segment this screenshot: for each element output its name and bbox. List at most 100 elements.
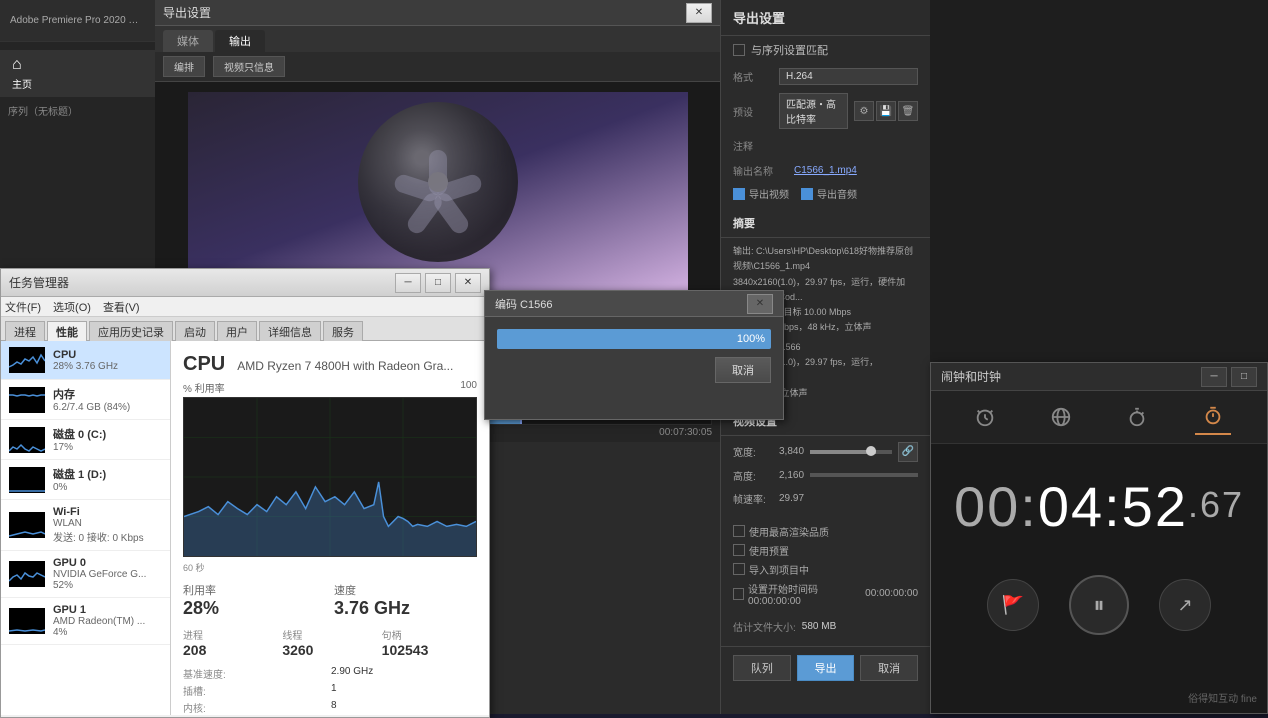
- encode-progress-bar: 100%: [497, 329, 771, 349]
- clock-app-logo: 俗得知互动 fine: [1188, 690, 1257, 705]
- preset-select[interactable]: 匹配源・高比特率: [779, 93, 848, 129]
- encode-title-bar: 编码 C1566 ✕: [485, 291, 783, 317]
- sidebar-item-memory[interactable]: 内存 6.2/7.4 GB (84%): [1, 380, 170, 420]
- wifi-sidebar-text: Wi-Fi WLAN 发送: 0 接收: 0 Kbps: [53, 506, 162, 544]
- thread-count: 线程 3260: [282, 627, 377, 658]
- clock-pause-button[interactable]: ⏸: [1069, 575, 1129, 635]
- sidebar-item-wifi[interactable]: Wi-Fi WLAN 发送: 0 接收: 0 Kbps: [1, 500, 170, 551]
- preset-delete-icon[interactable]: 🗑: [898, 101, 918, 121]
- height-slider[interactable]: [810, 473, 918, 477]
- format-row: 格式 H.264: [721, 64, 930, 89]
- summary-output-label: 输出: C:\Users\HP\Desktop\618好物推荐原创视频\C156…: [733, 244, 918, 275]
- tab-services[interactable]: 服务: [323, 321, 363, 341]
- sidebar-item-disk0[interactable]: 磁盘 0 (C:) 17%: [1, 420, 170, 460]
- start-timecode-checkbox[interactable]: [733, 588, 744, 600]
- tab-users[interactable]: 用户: [217, 321, 257, 341]
- encode-cancel-button[interactable]: 取消: [715, 357, 771, 383]
- fan-center: [428, 172, 448, 192]
- export-audio-checkbox[interactable]: [801, 188, 813, 200]
- title-bar-controls: ─ □ ✕: [395, 273, 481, 293]
- task-manager-menu: 文件(F) 选项(O) 查看(V): [1, 297, 489, 317]
- tab-app-history[interactable]: 应用历史记录: [89, 321, 173, 341]
- clock-world-tab[interactable]: [1043, 399, 1079, 435]
- clock-stopwatch-tab[interactable]: [1119, 399, 1155, 435]
- export-dialog-close[interactable]: ✕: [686, 3, 712, 23]
- clock-maximize-btn[interactable]: □: [1231, 367, 1257, 387]
- export-video-checkbox[interactable]: [733, 188, 745, 200]
- maximize-button[interactable]: □: [425, 273, 451, 293]
- import-project-checkbox[interactable]: [733, 563, 745, 575]
- chart-y-label: % 利用率: [183, 380, 225, 395]
- disk1-sidebar-text: 磁盘 1 (D:) 0%: [53, 466, 162, 493]
- handle-count: 句柄 102543: [382, 627, 477, 658]
- export-button[interactable]: 导出: [797, 655, 855, 681]
- sidebar-item-cpu[interactable]: CPU 28% 3.76 GHz: [1, 341, 170, 380]
- gpu0-sidebar-text: GPU 0 NVIDIA GeForce G... 52%: [53, 557, 162, 591]
- gpu0-name: NVIDIA GeForce G...: [53, 569, 162, 580]
- memory-sidebar-text: 内存 6.2/7.4 GB (84%): [53, 386, 162, 413]
- sidebar-item-disk1[interactable]: 磁盘 1 (D:) 0%: [1, 460, 170, 500]
- clock-alarm-tab[interactable]: [967, 399, 1003, 435]
- export-dialog-title-text: 导出设置: [163, 4, 211, 21]
- clock-timer-display: 00:04:52.67: [931, 444, 1267, 559]
- wifi-mini-chart: [9, 512, 45, 538]
- tm-sidebar: CPU 28% 3.76 GHz 内存 6.2/7.4 GB (84%): [1, 341, 171, 715]
- export-toolbar: 编排 视频只信息: [155, 52, 720, 82]
- width-slider[interactable]: [810, 450, 892, 454]
- fan-visual: [358, 102, 518, 262]
- disk0-usage: 17%: [53, 442, 162, 453]
- sidebar-item-gpu1[interactable]: GPU 1 AMD Radeon(TM) ... 4%: [1, 598, 170, 645]
- export-dialog-title-bar: 导出设置 ✕: [155, 0, 720, 26]
- cancel-export-button[interactable]: 取消: [860, 655, 918, 681]
- nav-home[interactable]: ⌂ 主页: [0, 50, 157, 97]
- export-settings-title: 导出设置: [721, 0, 930, 36]
- toolbar-video-info-btn[interactable]: 视频只信息: [213, 56, 285, 77]
- output-name-link[interactable]: C1566_1.mp4: [794, 165, 857, 176]
- pause-icon: ⏸: [1093, 592, 1104, 618]
- rate-row: 帧速率: 29.97: [733, 491, 918, 506]
- premiere-nav: ⌂ 主页 序列（无标题）: [0, 42, 157, 132]
- clock-minimize-btn[interactable]: ─: [1201, 367, 1227, 387]
- width-link-icon[interactable]: 🔗: [898, 442, 918, 462]
- clock-centiseconds: .67: [1188, 484, 1244, 526]
- use-preset-checkbox[interactable]: [733, 544, 745, 556]
- preset-save-icon[interactable]: 💾: [876, 101, 896, 121]
- memory-mini-chart: [9, 387, 45, 413]
- cpu-sidebar-text: CPU 28% 3.76 GHz: [53, 349, 162, 372]
- tab-startup[interactable]: 启动: [175, 321, 215, 341]
- queue-button[interactable]: 队列: [733, 655, 791, 681]
- preset-settings-icon[interactable]: ⚙: [854, 101, 874, 121]
- clock-action-buttons: 🚩 ⏸ ↗: [931, 559, 1267, 651]
- max-render-checkbox[interactable]: [733, 525, 745, 537]
- menu-file[interactable]: 文件(F): [5, 299, 41, 315]
- cpu-usage: 28% 3.76 GHz: [53, 361, 162, 372]
- minimize-button[interactable]: ─: [395, 273, 421, 293]
- process-count: 进程 208: [183, 627, 278, 658]
- tab-media[interactable]: 媒体: [163, 30, 213, 52]
- format-select[interactable]: H.264: [779, 68, 918, 85]
- clock-controls-bar: ─ □: [1201, 367, 1257, 387]
- wifi-label: Wi-Fi: [53, 506, 162, 518]
- menu-view[interactable]: 查看(V): [103, 299, 140, 315]
- encode-close-btn[interactable]: ✕: [747, 294, 773, 314]
- clock-flag-button[interactable]: 🚩: [987, 579, 1039, 631]
- tab-process[interactable]: 进程: [5, 321, 45, 341]
- toolbar-arrange-btn[interactable]: 编排: [163, 56, 205, 77]
- sidebar-item-gpu0[interactable]: GPU 0 NVIDIA GeForce G... 52%: [1, 551, 170, 598]
- cpu-stats: 利用率 28% 速度 3.76 GHz: [183, 582, 477, 619]
- render-checkboxes: 使用最高渲染品质 使用预置 导入到项目中 设置开始时间码 00:00:00:00…: [721, 520, 930, 615]
- tm-cpu-panel: CPU AMD Ryzen 7 4800H with Radeon Gra...…: [171, 341, 489, 715]
- match-sequence-checkbox[interactable]: [733, 44, 745, 56]
- tab-performance[interactable]: 性能: [47, 321, 87, 341]
- encode-title-text: 编码 C1566: [495, 296, 552, 312]
- clock-timer-tab[interactable]: [1195, 399, 1231, 435]
- tab-output[interactable]: 输出: [215, 30, 265, 52]
- tab-details[interactable]: 详细信息: [259, 321, 321, 341]
- task-manager-window: 任务管理器 ─ □ ✕ 文件(F) 选项(O) 查看(V) 进程 性能 应用历史…: [0, 268, 490, 718]
- export-checkboxes-row: 导出视频 导出音频: [721, 182, 930, 205]
- clock-tab-bar: [931, 391, 1267, 444]
- clock-expand-button[interactable]: ↗: [1159, 579, 1211, 631]
- close-button[interactable]: ✕: [455, 273, 481, 293]
- menu-options[interactable]: 选项(O): [53, 299, 91, 315]
- task-manager-body: CPU 28% 3.76 GHz 内存 6.2/7.4 GB (84%): [1, 341, 489, 715]
